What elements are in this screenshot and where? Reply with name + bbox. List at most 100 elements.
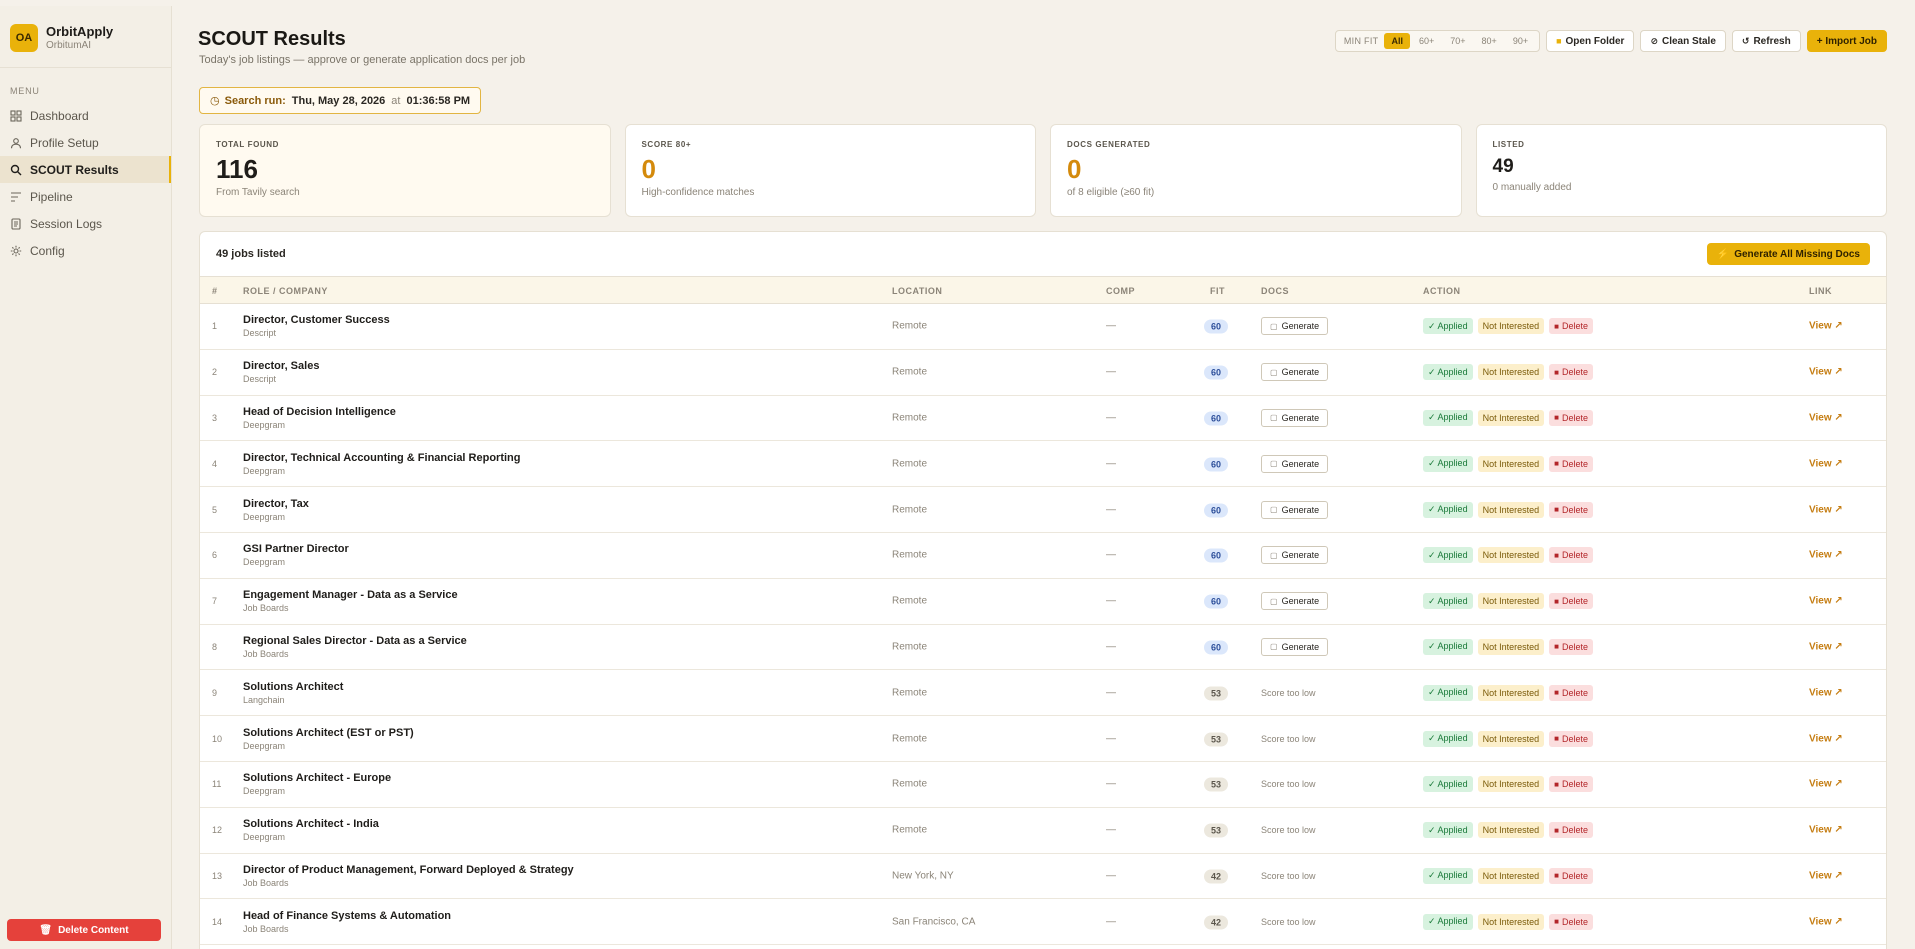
view-link[interactable]: View ↗ — [1809, 550, 1843, 561]
not-interested-button[interactable]: Not Interested — [1477, 318, 1545, 335]
delete-label: Delete — [1561, 870, 1588, 881]
sidebar-item-label: Dashboard — [30, 108, 89, 123]
applied-button[interactable]: ✓ Applied — [1423, 867, 1473, 884]
view-link[interactable]: View ↗ — [1809, 916, 1843, 927]
not-interested-button[interactable]: Not Interested — [1477, 455, 1545, 472]
role-company: Head of Decision Intelligence Deepgram — [243, 406, 396, 430]
view-link[interactable]: View ↗ — [1809, 504, 1843, 515]
view-link[interactable]: View ↗ — [1809, 641, 1843, 652]
table-row: 5 Director, Tax Deepgram Remote — 60 ▢ Generate… — [200, 487, 1886, 533]
fit-cell: 60 — [1204, 319, 1228, 334]
generate-doc-button[interactable]: ▢ Generate — [1261, 500, 1329, 519]
not-interested-button[interactable]: Not Interested — [1477, 364, 1545, 381]
applied-button[interactable]: ✓ Applied — [1423, 822, 1473, 839]
not-interested-button[interactable]: Not Interested — [1477, 776, 1545, 793]
applied-button[interactable]: ✓ Applied — [1423, 501, 1473, 518]
not-interested-button[interactable]: Not Interested — [1477, 409, 1545, 426]
not-interested-button[interactable]: Not Interested — [1477, 547, 1545, 564]
view-link[interactable]: View ↗ — [1809, 412, 1843, 423]
delete-button[interactable]: ■ Delete — [1549, 593, 1593, 610]
sidebar-item-pipeline[interactable]: Pipeline — [0, 183, 171, 210]
generate-doc-button[interactable]: ▢ Generate — [1261, 408, 1329, 427]
delete-label: Delete — [1561, 779, 1588, 790]
stat-listed: LISTED 49 0 manually added — [1475, 124, 1887, 217]
delete-button[interactable]: ■ Delete — [1549, 730, 1593, 747]
min-fit-80[interactable]: 80+ — [1475, 33, 1504, 49]
delete-button[interactable]: ■ Delete — [1549, 776, 1593, 793]
generate-doc-button[interactable]: ▢ Generate — [1261, 592, 1329, 611]
min-fit-70[interactable]: 70+ — [1443, 33, 1472, 49]
view-link[interactable]: View ↗ — [1809, 779, 1843, 790]
view-link[interactable]: View ↗ — [1809, 596, 1843, 607]
not-interested-button[interactable]: Not Interested — [1477, 593, 1545, 610]
search-run-at: at — [391, 94, 401, 107]
not-interested-button[interactable]: Not Interested — [1477, 501, 1545, 518]
not-interested-button[interactable]: Not Interested — [1477, 684, 1545, 701]
sidebar-item-session-logs[interactable]: Session Logs — [0, 210, 171, 237]
generate-doc-button[interactable]: ▢ Generate — [1261, 317, 1329, 336]
view-link[interactable]: View ↗ — [1809, 825, 1843, 836]
applied-button[interactable]: ✓ Applied — [1423, 318, 1473, 335]
applied-button[interactable]: ✓ Applied — [1423, 547, 1473, 564]
sidebar-item-dashboard[interactable]: Dashboard — [0, 102, 171, 129]
not-interested-button[interactable]: Not Interested — [1477, 638, 1545, 655]
generate-doc-button[interactable]: ▢ Generate — [1261, 637, 1329, 656]
view-link[interactable]: View ↗ — [1809, 321, 1843, 332]
delete-label: Delete — [1561, 641, 1588, 652]
min-fit-90[interactable]: 90+ — [1506, 33, 1535, 49]
sidebar-item-scout-results[interactable]: SCOUT Results — [0, 156, 171, 183]
applied-button[interactable]: ✓ Applied — [1423, 593, 1473, 610]
generate-doc-button[interactable]: ▢ Generate — [1261, 454, 1329, 473]
delete-button[interactable]: ■ Delete — [1549, 455, 1593, 472]
score-too-low: Score too low — [1261, 733, 1316, 744]
applied-button[interactable]: ✓ Applied — [1423, 684, 1473, 701]
not-interested-button[interactable]: Not Interested — [1477, 730, 1545, 747]
delete-button[interactable]: ■ Delete — [1549, 501, 1593, 518]
applied-button[interactable]: ✓ Applied — [1423, 913, 1473, 930]
delete-button[interactable]: ■ Delete — [1549, 638, 1593, 655]
refresh-label: Refresh — [1753, 35, 1791, 47]
applied-button[interactable]: ✓ Applied — [1423, 455, 1473, 472]
open-folder-button[interactable]: ■ Open Folder — [1546, 30, 1635, 52]
clean-stale-button[interactable]: ⊘ Clean Stale — [1640, 30, 1726, 52]
fit-score-badge: 53 — [1204, 732, 1228, 747]
fit-cell: 53 — [1204, 823, 1228, 838]
not-interested-button[interactable]: Not Interested — [1477, 822, 1545, 839]
min-fit-60[interactable]: 60+ — [1412, 33, 1441, 49]
generate-all-docs-button[interactable]: ⚡ Generate All Missing Docs — [1706, 243, 1870, 265]
view-link[interactable]: View ↗ — [1809, 367, 1843, 378]
delete-button[interactable]: ■ Delete — [1549, 867, 1593, 884]
delete-button[interactable]: ■ Delete — [1549, 684, 1593, 701]
delete-content-button[interactable]: 🗑 Delete Content — [7, 919, 161, 941]
sidebar-item-config[interactable]: Config — [0, 237, 171, 264]
refresh-button[interactable]: ↺ Refresh — [1731, 30, 1801, 52]
generate-doc-button[interactable]: ▢ Generate — [1261, 363, 1329, 382]
not-interested-button[interactable]: Not Interested — [1477, 867, 1545, 884]
applied-button[interactable]: ✓ Applied — [1423, 638, 1473, 655]
delete-button[interactable]: ■ Delete — [1549, 318, 1593, 335]
import-job-button[interactable]: + Import Job — [1806, 30, 1887, 52]
min-fit-all[interactable]: All — [1384, 33, 1410, 49]
search-run-date: Thu, May 28, 2026 — [291, 94, 386, 107]
applied-button[interactable]: ✓ Applied — [1423, 409, 1473, 426]
sidebar-item-profile-setup[interactable]: Profile Setup — [0, 129, 171, 156]
menu-label: MENU — [10, 86, 40, 96]
action-cell: ✓ Applied Not Interested ■ Delete — [1423, 730, 1593, 747]
trash-icon: ■ — [1554, 779, 1559, 789]
app-name: OrbitApply — [46, 24, 114, 39]
view-link[interactable]: View ↗ — [1809, 687, 1843, 698]
view-link[interactable]: View ↗ — [1809, 733, 1843, 744]
delete-button[interactable]: ■ Delete — [1549, 913, 1593, 930]
view-link[interactable]: View ↗ — [1809, 870, 1843, 881]
delete-button[interactable]: ■ Delete — [1549, 409, 1593, 426]
not-interested-button[interactable]: Not Interested — [1477, 913, 1545, 930]
view-link[interactable]: View ↗ — [1809, 458, 1843, 469]
stat-value: 116 — [216, 154, 258, 184]
generate-doc-button[interactable]: ▢ Generate — [1261, 546, 1329, 565]
applied-button[interactable]: ✓ Applied — [1423, 364, 1473, 381]
delete-button[interactable]: ■ Delete — [1549, 364, 1593, 381]
applied-button[interactable]: ✓ Applied — [1423, 776, 1473, 793]
delete-button[interactable]: ■ Delete — [1549, 822, 1593, 839]
delete-button[interactable]: ■ Delete — [1549, 547, 1593, 564]
applied-button[interactable]: ✓ Applied — [1423, 730, 1473, 747]
